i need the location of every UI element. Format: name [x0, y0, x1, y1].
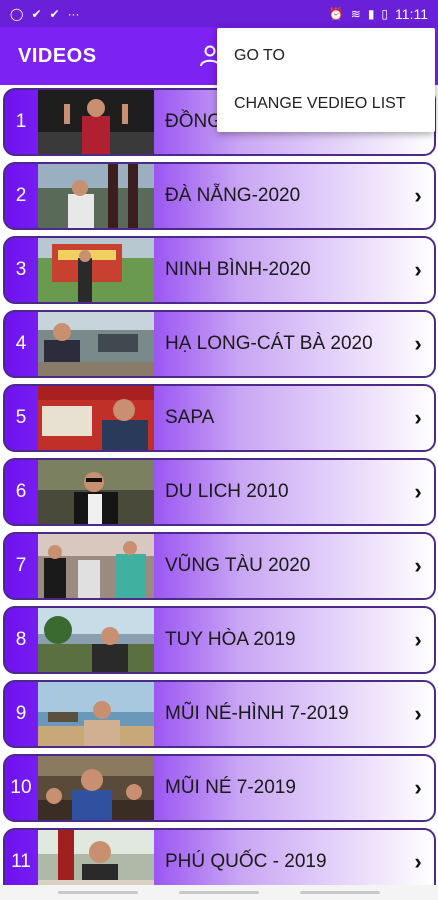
video-thumbnail — [38, 238, 154, 302]
video-thumbnail — [38, 90, 154, 154]
alarm-icon: ⏰ — [328, 6, 344, 21]
video-title: HẠ LONG-CÁT BÀ 2020 — [165, 333, 373, 354]
chevron-right-icon: › — [414, 775, 422, 800]
video-row[interactable]: 11 PHÚ QUỐC - 2019 › — [3, 828, 436, 885]
chevron-right-icon: › — [414, 627, 422, 652]
chevron-right-icon: › — [414, 257, 422, 282]
video-title: PHÚ QUỐC - 2019 — [165, 851, 327, 872]
video-row[interactable]: 6 DU LICH 2010 › — [3, 458, 436, 526]
video-title: DU LICH 2010 — [165, 481, 289, 502]
video-title: MŨI NÉ-HÌNH 7-2019 — [165, 703, 349, 724]
row-number: 9 — [15, 703, 27, 724]
notification-icons: ◯ ✔ ✔ ··· — [10, 7, 80, 21]
task-done-icon: ✔ — [31, 6, 42, 21]
video-thumbnail — [38, 830, 154, 885]
wifi-icon: ≋ — [350, 6, 361, 21]
video-title: TUY HÒA 2019 — [165, 629, 296, 650]
chevron-right-icon: › — [414, 405, 422, 430]
system-nav-bar — [0, 885, 438, 900]
row-number: 10 — [10, 777, 32, 798]
chevron-right-icon: › — [414, 553, 422, 578]
video-list[interactable]: 1 ĐỒNG › 2 ĐÀ NẴNG-2020 › 3 NINH BÌNH-20… — [0, 85, 438, 885]
row-number: 11 — [11, 851, 31, 872]
video-row[interactable]: 4 HẠ LONG-CÁT BÀ 2020 › — [3, 310, 436, 378]
video-row[interactable]: 3 NINH BÌNH-2020 › — [3, 236, 436, 304]
messenger-icon: ◯ — [10, 6, 24, 21]
row-number: 8 — [15, 629, 27, 650]
nav-home-icon[interactable] — [179, 891, 259, 894]
row-number: 6 — [15, 481, 27, 502]
video-thumbnail — [38, 164, 154, 228]
row-number: 3 — [15, 259, 27, 280]
video-row[interactable]: 5 SAPA › — [3, 384, 436, 452]
video-thumbnail — [38, 608, 154, 672]
more-notifications-icon: ··· — [67, 6, 80, 21]
overflow-menu: GO TO CHANGE VEDIEO LIST — [217, 28, 435, 132]
signal-icon: ▮ — [367, 6, 375, 21]
video-row[interactable]: 7 VŨNG TÀU 2020 › — [3, 532, 436, 600]
video-thumbnail — [38, 534, 154, 598]
video-row[interactable]: 9 MŨI NÉ-HÌNH 7-2019 › — [3, 680, 436, 748]
menu-item-change-video-list[interactable]: CHANGE VEDIEO LIST — [217, 80, 435, 128]
video-thumbnail — [38, 386, 154, 450]
row-number: 7 — [15, 555, 27, 576]
row-number: 5 — [15, 407, 27, 428]
row-number: 4 — [15, 333, 27, 354]
video-thumbnail — [38, 682, 154, 746]
video-title: NINH BÌNH-2020 — [165, 259, 311, 280]
video-title: VŨNG TÀU 2020 — [165, 555, 311, 576]
video-title: ĐÀ NẴNG-2020 — [165, 185, 301, 206]
video-title: SAPA — [165, 407, 215, 428]
status-bar: ◯ ✔ ✔ ··· ⏰ ≋ ▮ ▯ 11:11 — [0, 0, 438, 27]
nav-back-icon[interactable] — [300, 891, 380, 894]
battery-icon: ▯ — [381, 6, 389, 21]
video-thumbnail — [38, 756, 154, 820]
row-number: 1 — [15, 111, 27, 132]
chevron-right-icon: › — [414, 849, 422, 874]
video-row[interactable]: 8 TUY HÒA 2019 › — [3, 606, 436, 674]
video-title: MŨI NÉ 7-2019 — [165, 777, 296, 798]
video-thumbnail — [38, 460, 154, 524]
menu-item-go-to[interactable]: GO TO — [217, 32, 435, 80]
row-number: 2 — [15, 185, 27, 206]
chevron-right-icon: › — [414, 479, 422, 504]
video-thumbnail — [38, 312, 154, 376]
video-row[interactable]: 2 ĐÀ NẴNG-2020 › — [3, 162, 436, 230]
chevron-right-icon: › — [414, 183, 422, 208]
chevron-right-icon: › — [414, 331, 422, 356]
task-done-icon: ✔ — [49, 6, 60, 21]
video-row[interactable]: 10 MŨI NÉ 7-2019 › — [3, 754, 436, 822]
nav-recent-icon[interactable] — [58, 891, 138, 894]
status-time: 11:11 — [395, 5, 428, 22]
chevron-right-icon: › — [414, 701, 422, 726]
page-title: VIDEOS — [18, 44, 97, 67]
